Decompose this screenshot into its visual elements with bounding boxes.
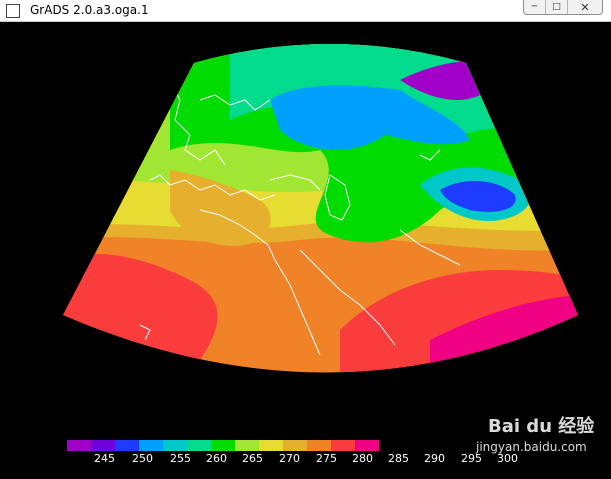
colorbar-swatch bbox=[163, 440, 187, 451]
colorbar-swatch bbox=[331, 440, 355, 451]
plot-canvas bbox=[0, 22, 611, 475]
colorbar-swatch bbox=[139, 440, 163, 451]
colorbar-label: 290 bbox=[424, 452, 445, 465]
colorbar-swatch bbox=[307, 440, 331, 451]
window-controls: ─ □ ✕ bbox=[523, 0, 603, 15]
colorbar-label: 275 bbox=[316, 452, 337, 465]
maximize-button[interactable]: □ bbox=[546, 0, 568, 14]
colorbar-swatch bbox=[67, 440, 91, 451]
window-title: GrADS 2.0.a3.oga.1 bbox=[30, 3, 149, 17]
colorbar-swatch bbox=[283, 440, 307, 451]
colorbar-swatch bbox=[355, 440, 379, 451]
colorbar-swatch bbox=[115, 440, 139, 451]
colorbar-label: 265 bbox=[242, 452, 263, 465]
window-titlebar[interactable]: GrADS 2.0.a3.oga.1 ─ □ ✕ bbox=[0, 0, 611, 22]
app-icon bbox=[6, 4, 20, 18]
colorbar-label: 285 bbox=[388, 452, 409, 465]
colorbar-label: 255 bbox=[170, 452, 191, 465]
colorbar-swatch bbox=[259, 440, 283, 451]
close-button[interactable]: ✕ bbox=[568, 0, 602, 14]
colorbar bbox=[67, 440, 379, 451]
minimize-icon: ─ bbox=[531, 2, 538, 12]
colorbar-label: 245 bbox=[94, 452, 115, 465]
colorbar-label: 260 bbox=[206, 452, 227, 465]
colorbar-swatch bbox=[235, 440, 259, 451]
colorbar-label: 270 bbox=[279, 452, 300, 465]
close-icon: ✕ bbox=[580, 0, 590, 14]
colorbar-swatch bbox=[211, 440, 235, 451]
watermark-url: jingyan.baidu.com bbox=[476, 440, 587, 454]
colorbar-label: 250 bbox=[132, 452, 153, 465]
colorbar-swatch bbox=[187, 440, 211, 451]
maximize-icon: □ bbox=[552, 2, 561, 12]
colorbar-label: 280 bbox=[352, 452, 373, 465]
watermark-logo: Bai du 经验 bbox=[488, 416, 595, 437]
colorbar-swatch bbox=[91, 440, 115, 451]
minimize-button[interactable]: ─ bbox=[524, 0, 546, 14]
contour-map bbox=[63, 44, 578, 373]
